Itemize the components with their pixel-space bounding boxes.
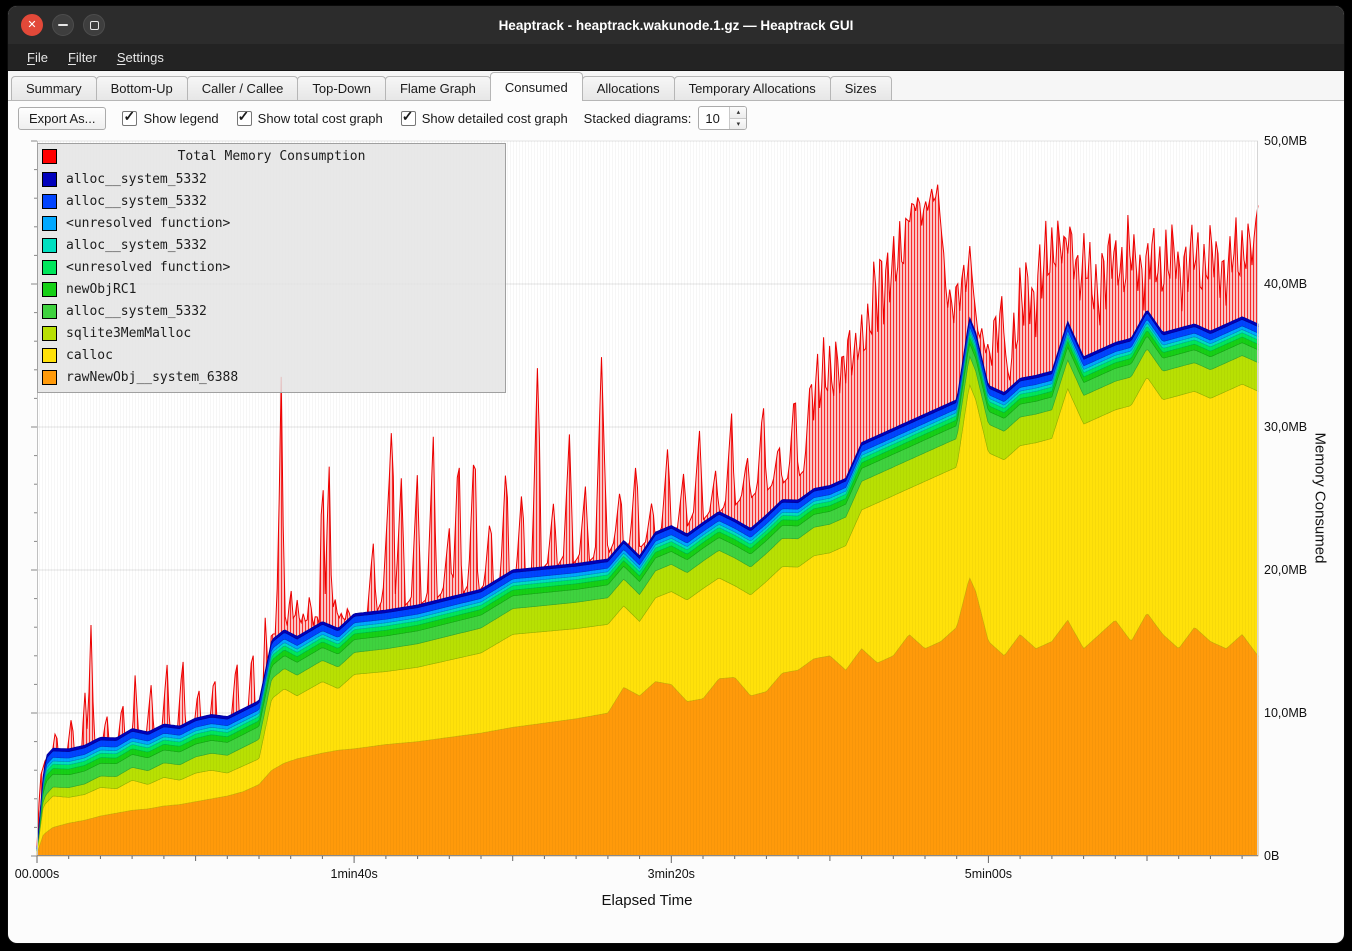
menu-file[interactable]: File [18,47,57,68]
legend-label: newObjRC1 [66,282,136,297]
y-axis-tick: 30,0MB [1264,420,1307,434]
legend-items: alloc__system_5332 alloc__system_5332 <unr… [38,168,505,388]
legend-title: Total Memory Consumption [38,149,505,164]
legend-swatch [42,304,57,319]
checkbox-box: ✓ [237,111,252,126]
legend-swatch [42,216,57,231]
window-controls: ✕ [21,6,105,44]
legend-swatch [42,348,57,363]
legend-label: <unresolved function> [66,216,230,231]
legend-swatch [42,172,57,187]
legend-label: sqlite3MemMalloc [66,326,191,341]
checkbox-show-legend[interactable]: ✓ Show legend [122,111,218,126]
minimize-button[interactable] [52,14,74,36]
stacked-diagrams-spinbox[interactable]: 10 ▴ ▾ [698,106,747,130]
legend-item: calloc [38,344,505,366]
legend-item: sqlite3MemMalloc [38,322,505,344]
legend-label: alloc__system_5332 [66,194,207,209]
x-axis-tick: 5min00s [965,867,1012,881]
stacked-diagrams-label: Stacked diagrams: [584,111,692,126]
checkbox-group: ✓ Show legend ✓ Show total cost graph ✓ Show … [122,111,567,126]
menu-filter[interactable]: Filter [59,47,106,68]
x-axis-tick: 00.000s [15,867,59,881]
legend-label: calloc [66,348,113,363]
tab-sizes[interactable]: Sizes [830,76,892,100]
checkbox-show-detailed-cost-graph[interactable]: ✓ Show detailed cost graph [401,111,568,126]
y-axis-tick: 10,0MB [1264,706,1307,720]
minimize-icon [58,24,68,26]
tab-caller-callee[interactable]: Caller / Callee [187,76,299,100]
tab-consumed[interactable]: Consumed [490,72,583,101]
toolbar: Export As... ✓ Show legend ✓ Show total cos… [8,101,1344,135]
stacked-diagrams-value[interactable]: 10 [699,107,729,129]
legend-item: <unresolved function> [38,256,505,278]
legend-item: alloc__system_5332 [38,168,505,190]
legend-title-row: Total Memory Consumption [38,146,505,168]
legend-item: rawNewObj__system_6388 [38,366,505,388]
y-axis-tick: 20,0MB [1264,563,1307,577]
tab-bottom-up[interactable]: Bottom-Up [96,76,188,100]
chart-legend: Total Memory Consumption alloc__system_5… [37,143,506,393]
legend-swatch [42,260,57,275]
x-axis-title: Elapsed Time [602,892,693,909]
legend-swatch [42,370,57,385]
legend-item: alloc__system_5332 [38,234,505,256]
export-as-button[interactable]: Export As... [18,107,106,130]
checkbox-label: Show legend [143,111,218,126]
x-axis-tick: 1min40s [331,867,378,881]
tab-top-down[interactable]: Top-Down [297,76,386,100]
legend-label: alloc__system_5332 [66,304,207,319]
close-icon: ✕ [27,20,36,31]
tab-flame-graph[interactable]: Flame Graph [385,76,491,100]
legend-item: alloc__system_5332 [38,190,505,212]
legend-swatch [42,326,57,341]
spin-down-button[interactable]: ▾ [730,118,746,130]
maximize-button[interactable] [83,14,105,36]
legend-label: alloc__system_5332 [66,172,207,187]
stacked-diagrams-control: Stacked diagrams: 10 ▴ ▾ [584,106,748,130]
y-axis-title: Memory Consumed [1312,433,1329,564]
tab-bar: SummaryBottom-UpCaller / CalleeTop-DownF… [8,71,1344,101]
y-axis-tick: 50,0MB [1264,134,1307,148]
checkbox-box: ✓ [122,111,137,126]
checkbox-show-total-cost-graph[interactable]: ✓ Show total cost graph [237,111,383,126]
legend-item: <unresolved function> [38,212,505,234]
legend-swatch [42,194,57,209]
legend-swatch [42,282,57,297]
window-title: Heaptrack - heaptrack.wakunode.1.gz — He… [499,18,854,33]
maximize-icon [90,21,99,30]
legend-label: alloc__system_5332 [66,238,207,253]
y-axis-tick: 40,0MB [1264,277,1307,291]
legend-label: rawNewObj__system_6388 [66,370,238,385]
y-axis-tick: 0B [1264,849,1279,863]
checkbox-label: Show detailed cost graph [422,111,568,126]
spin-buttons: ▴ ▾ [729,107,746,129]
legend-item: newObjRC1 [38,278,505,300]
legend-swatch [42,238,57,253]
tab-temporary-allocations[interactable]: Temporary Allocations [674,76,831,100]
tab-summary[interactable]: Summary [11,76,97,100]
x-axis-tick: 3min20s [648,867,695,881]
heaptrack-window: ✕ Heaptrack - heaptrack.wakunode.1.gz — … [8,6,1344,943]
checkbox-box: ✓ [401,111,416,126]
close-button[interactable]: ✕ [21,14,43,36]
titlebar: ✕ Heaptrack - heaptrack.wakunode.1.gz — … [8,6,1344,44]
checkbox-label: Show total cost graph [258,111,383,126]
spin-up-button[interactable]: ▴ [730,107,746,118]
legend-label: <unresolved function> [66,260,230,275]
tab-allocations[interactable]: Allocations [582,76,675,100]
menu-settings[interactable]: Settings [108,47,173,68]
legend-item: alloc__system_5332 [38,300,505,322]
menubar: FileFilterSettings [8,44,1344,71]
